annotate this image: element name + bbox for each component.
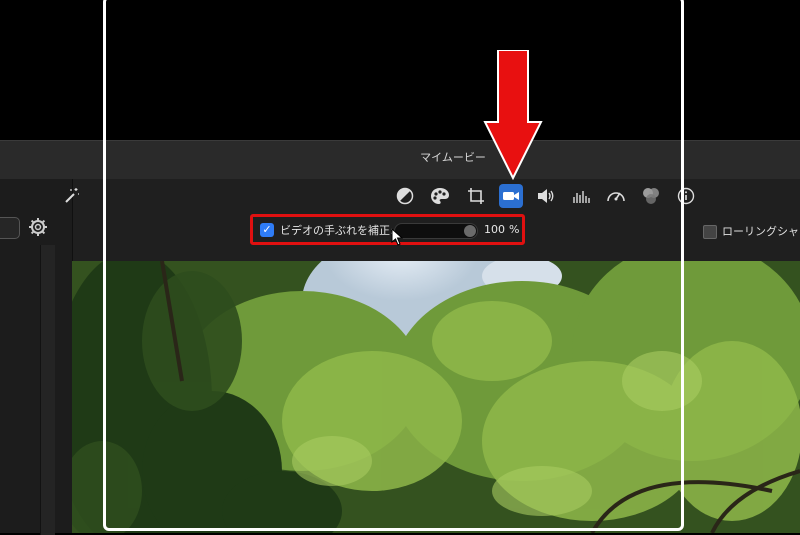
magic-wand-icon[interactable] (60, 185, 82, 207)
stabilization-label: ビデオの手ぶれを補正: (280, 224, 394, 237)
gear-icon[interactable] (28, 217, 48, 237)
video-viewer-image (72, 261, 800, 533)
scrollbar[interactable] (40, 245, 55, 535)
stabilization-row: ✓ ビデオの手ぶれを補正: 100 % (252, 215, 527, 247)
volume-icon[interactable] (535, 185, 557, 207)
color-balance-icon[interactable] (394, 185, 416, 207)
rolling-shutter-checkbox[interactable] (703, 225, 717, 239)
info-icon[interactable] (675, 185, 697, 207)
stabilization-unit: % (509, 223, 520, 236)
stabilization-slider[interactable] (394, 223, 478, 239)
color-palette-icon[interactable] (429, 185, 451, 207)
slider-knob[interactable] (464, 225, 476, 237)
window-title-bar: マイムービー (0, 140, 800, 180)
speed-gauge-icon[interactable] (605, 185, 627, 207)
crop-icon[interactable] (465, 185, 487, 207)
left-panel (0, 179, 73, 535)
search-field[interactable] (0, 217, 20, 239)
equalizer-icon[interactable] (570, 185, 592, 207)
video-preview-top (0, 0, 800, 140)
filter-circles-icon[interactable] (640, 185, 662, 207)
window-title: マイムービー (420, 151, 486, 164)
rolling-shutter-label: ローリングシャッ (722, 225, 800, 238)
stabilization-value: 100 (484, 223, 505, 236)
stabilization-checkbox[interactable]: ✓ (260, 223, 274, 237)
stabilization-camera-icon[interactable] (499, 184, 523, 208)
